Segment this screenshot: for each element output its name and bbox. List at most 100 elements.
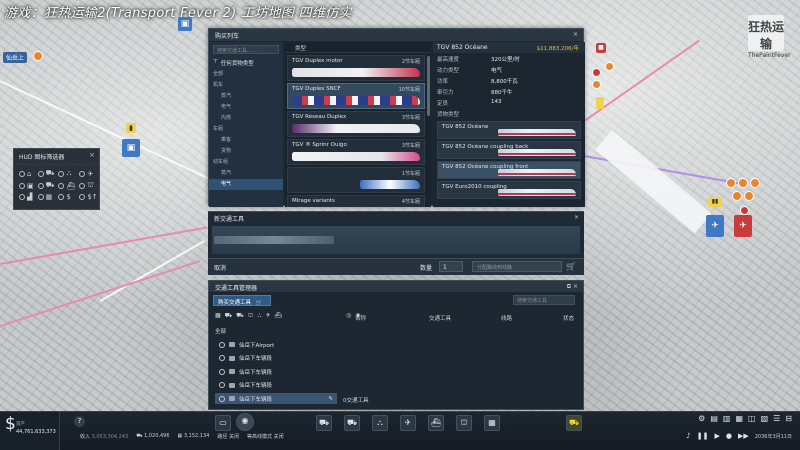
town-label[interactable]: 仙岳上	[3, 52, 28, 63]
fast-forward-icon[interactable]: ▶▶	[738, 432, 749, 440]
truck-icon[interactable]: ⛟	[236, 312, 244, 320]
radio-icon[interactable]	[19, 194, 25, 200]
radio-icon[interactable]	[219, 382, 225, 388]
terrain-tool-button[interactable]: ▭	[215, 415, 231, 431]
vehicle-manager-search[interactable]: 搜索交通工具	[513, 295, 575, 305]
tram-tool-button[interactable]: ⛫	[456, 415, 472, 431]
camera-icon[interactable]: ◉	[236, 413, 254, 431]
music-icon[interactable]: ♪	[686, 432, 690, 440]
col-vehicle[interactable]: 交通工具	[429, 314, 451, 322]
train-station-icon[interactable]: ▣	[122, 139, 140, 157]
filter-ship[interactable]: ⛴	[58, 181, 75, 190]
radio-icon[interactable]	[219, 395, 225, 402]
col-line[interactable]: 线路	[501, 314, 512, 322]
vehicle-group-row[interactable]: 仙岳下车辆段 ✎	[215, 393, 337, 404]
station-tool-button[interactable]: ▦	[484, 415, 500, 431]
new-vehicle-panel[interactable]: 新交通工具 ×	[208, 211, 584, 258]
industry-pin[interactable]	[592, 68, 601, 77]
vehicle-manager-window[interactable]: 交通工具管理器 ⧉ × 购买交通工具 🛒 搜索交通工具 ▦ ⛟ ⛟ ⛫ ⛬ ✈ …	[208, 280, 584, 410]
airport-icon[interactable]: ✈	[706, 215, 724, 237]
industry-pin[interactable]	[740, 206, 749, 215]
close-icon[interactable]: ×	[574, 214, 579, 221]
bus-station-icon[interactable]: ▣	[178, 17, 192, 31]
vehicle-manager-titlebar[interactable]: 交通工具管理器 ⧉ ×	[209, 281, 583, 292]
ship-icon[interactable]: ⛴	[275, 312, 283, 320]
cargo-marker-icon[interactable]: ■	[596, 43, 606, 53]
industry-pin[interactable]	[592, 80, 601, 89]
record-icon[interactable]: ●	[726, 432, 732, 440]
plane-icon[interactable]: ✈	[266, 312, 271, 320]
train-tool-button[interactable]: ⛬	[372, 415, 388, 431]
filter-truck[interactable]: ⛟	[37, 181, 54, 190]
cart-icon[interactable]: 🛒	[566, 262, 576, 271]
hud-icon-filter-panel[interactable]: HUD 图标筛选器 × ⌂ ⛟ ⛬ ✈ ▣ ⛟ ⛴ ⛫ ▟ ▦ $ $↑	[13, 148, 100, 210]
filter-train[interactable]: ⛬	[58, 169, 75, 178]
industry-pin[interactable]	[605, 62, 614, 71]
radio-icon[interactable]	[79, 194, 86, 200]
radio-icon[interactable]	[19, 170, 25, 177]
filter-station[interactable]: ▣	[19, 181, 34, 190]
play-icon[interactable]: ▶	[714, 432, 719, 440]
col-status[interactable]: 状态	[563, 314, 574, 322]
radio-icon[interactable]	[219, 368, 225, 375]
radio-icon[interactable]	[219, 341, 225, 348]
filter-profit[interactable]: $↑	[79, 193, 98, 201]
airport-cargo-icon[interactable]: ✈	[734, 215, 752, 237]
industry-pin[interactable]	[738, 178, 748, 188]
radio-icon[interactable]	[79, 182, 86, 189]
industry-pin[interactable]	[732, 191, 742, 201]
money-panel[interactable]: $ 资产 44,761,633,373	[0, 412, 60, 450]
stats-icon[interactable]: ▧	[761, 414, 769, 423]
radio-icon[interactable]	[219, 355, 225, 361]
vehicle-group-row[interactable]: 仙岳下车辆段	[215, 380, 337, 391]
radio-icon[interactable]	[37, 194, 44, 200]
ship-tool-button[interactable]: ⛴	[428, 415, 444, 431]
bulldozer-tool-button[interactable]: ⛟	[566, 415, 582, 431]
industry-pin[interactable]	[744, 191, 754, 201]
filter-cargo[interactable]: ▦	[37, 193, 55, 201]
plane-tool-button[interactable]: ✈	[400, 415, 416, 431]
radio-icon[interactable]	[58, 170, 65, 177]
cancel-button[interactable]: 取消	[214, 263, 226, 272]
buy-vehicle-button[interactable]: 购买交通工具 🛒	[213, 295, 271, 306]
contour-toggle[interactable]: 等高线模式 关闭	[247, 433, 284, 440]
layers-icon[interactable]: ◫	[748, 414, 756, 423]
map-icon[interactable]: ▤	[710, 414, 718, 423]
chart-icon[interactable]: ▥	[723, 414, 731, 423]
settings-icon[interactable]: ⚙	[698, 414, 705, 423]
assign-line-dropdown[interactable]: 分配路线到线路	[472, 261, 562, 272]
industry-pin[interactable]	[726, 178, 736, 188]
pause-icon[interactable]: ❚❚	[697, 432, 709, 440]
help-icon[interactable]: ?	[74, 416, 85, 427]
filter-town[interactable]: ⌂	[19, 169, 34, 178]
edit-icon[interactable]: ✎	[328, 396, 333, 402]
filter-tram[interactable]: ⛫	[79, 181, 97, 190]
radio-icon[interactable]	[58, 194, 65, 200]
cargo-icon[interactable]: ▮▮	[708, 197, 722, 207]
filter-circle-icon[interactable]: ◎	[346, 312, 351, 320]
radio-icon[interactable]	[37, 170, 44, 177]
vehicle-group-row[interactable]: 仙岳下Airport	[215, 339, 337, 350]
radio-icon[interactable]	[79, 170, 86, 177]
path-toggle[interactable]: 路径 关闭	[217, 433, 239, 440]
filter-plane[interactable]: ✈	[79, 169, 97, 178]
vehicle-group-row[interactable]: 仙岳下车辆段	[215, 353, 337, 364]
industry-pin[interactable]	[750, 178, 760, 188]
cargo-icon[interactable]: ▦	[735, 414, 743, 423]
bus-tool-button[interactable]: ⛟	[344, 415, 360, 431]
filter-car[interactable]: ⛟	[37, 169, 54, 178]
filter-industry[interactable]: ▟	[19, 193, 34, 201]
window-controls[interactable]: ⧉ ×	[567, 283, 578, 291]
col-name[interactable]: 名称	[355, 314, 366, 322]
town-pin[interactable]	[33, 51, 43, 61]
list-icon[interactable]: ☰	[773, 414, 780, 423]
grid-view-icon[interactable]: ▦	[215, 312, 221, 320]
train-icon[interactable]: ⛬	[257, 312, 261, 320]
cargo-icon[interactable]	[596, 97, 604, 109]
radio-icon[interactable]	[37, 182, 44, 189]
bus-icon[interactable]: ⛟	[225, 312, 233, 320]
lock-icon[interactable]: ⊟	[785, 414, 792, 423]
road-tool-button[interactable]: ⛟	[316, 415, 332, 431]
tram-icon[interactable]: ⛫	[248, 312, 254, 320]
vehicle-group-row[interactable]: 仙岳下车辆段	[215, 366, 337, 377]
